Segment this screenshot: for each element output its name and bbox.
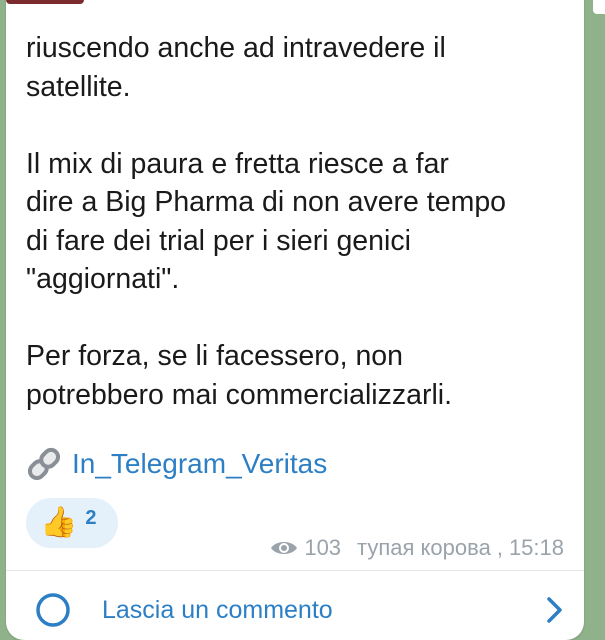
message-line: riuscendo anche ad intravedere il (26, 32, 446, 64)
previous-media-thumbnail[interactable] (6, 0, 84, 4)
message-meta: 103 тупая корова, 15:18 (270, 535, 564, 561)
link-chain-icon (24, 444, 64, 484)
author-signature: тупая корова (357, 535, 491, 560)
message-line: Per forza, se li facessero, non (26, 340, 404, 372)
channel-link[interactable]: In_Telegram_Veritas (24, 444, 327, 484)
eye-icon (270, 538, 298, 558)
view-count: 103 (304, 535, 342, 560)
leave-comment-label: Lascia un commento (102, 595, 333, 624)
message-line: Il mix di paura e fretta riesce a far (26, 147, 449, 180)
comment-bubble-icon (34, 591, 72, 629)
channel-link-text[interactable]: In_Telegram_Veritas (72, 444, 327, 484)
message-text: riuscendo anche ad intravedere il satell… (26, 29, 571, 414)
leave-comment-button[interactable]: Lascia un commento (34, 590, 564, 630)
message-line: di fare dei trial per i sieri genici (26, 224, 411, 257)
message-line: satellite. (26, 70, 131, 103)
message-line: dire a Big Pharma di non avere tempo (26, 186, 507, 218)
chevron-right-icon (546, 595, 564, 625)
reaction-count: 2 (85, 506, 97, 529)
thumbs-up-icon: 👍 (40, 506, 78, 539)
message-time: 15:18 (508, 535, 564, 560)
message-line: "aggiornati". (26, 263, 180, 295)
message-line: potrebbero mai commercializzarli. (26, 378, 453, 411)
divider (6, 570, 584, 571)
top-right-corner-element (593, 0, 605, 14)
reaction-button[interactable]: 👍 2 (26, 498, 118, 548)
